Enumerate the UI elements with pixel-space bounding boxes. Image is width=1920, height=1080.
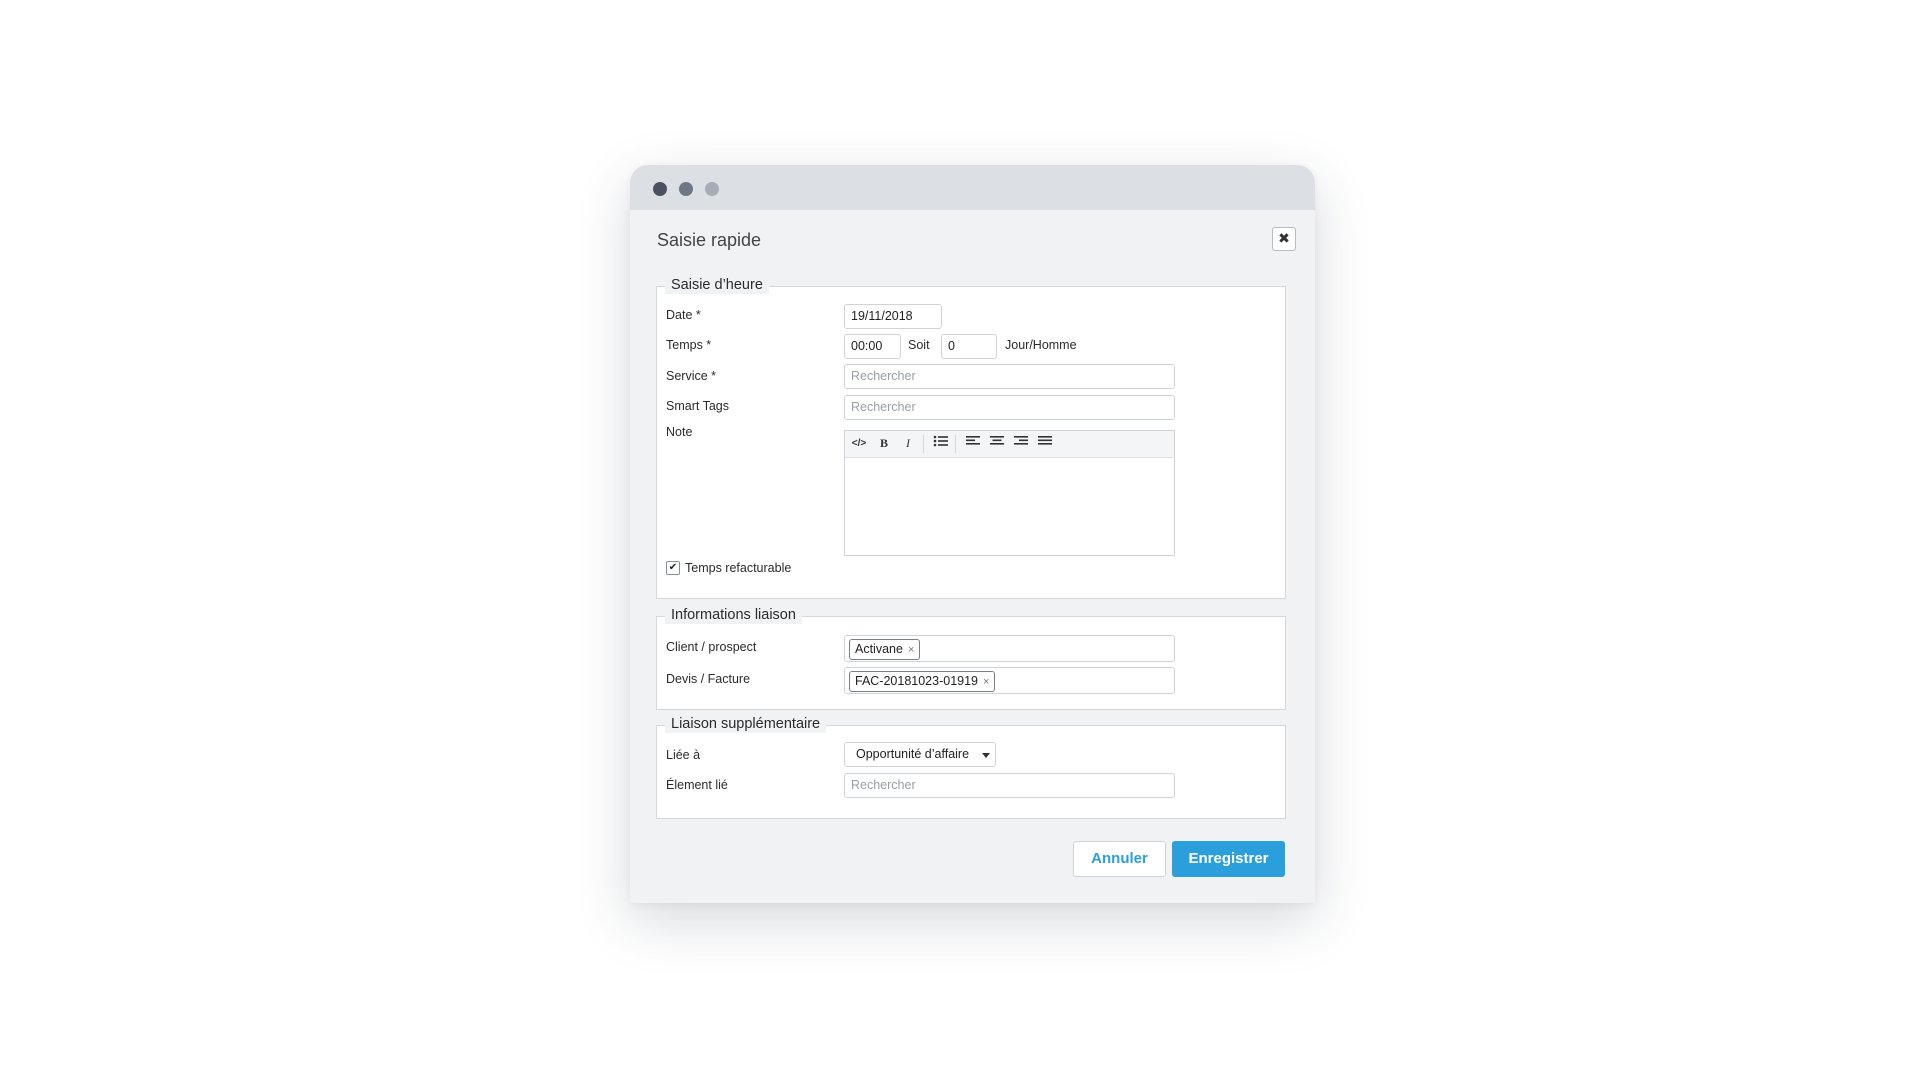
quick-entry-window: Saisie rapide ✖ Saisie d’heure Date * 19…: [630, 165, 1315, 903]
service-input[interactable]: Rechercher: [844, 364, 1175, 389]
linked-to-select[interactable]: Opportunité d’affaire: [844, 742, 996, 767]
toolbar-separator: [923, 435, 924, 453]
unit-label: Jour/Homme: [1005, 338, 1077, 352]
italic-icon[interactable]: I: [898, 434, 918, 453]
section-legend-time: Saisie d’heure: [665, 276, 769, 294]
link-info-section: Informations liaison Client / prospect A…: [656, 606, 1286, 710]
note-editor: </> B I: [844, 430, 1175, 556]
linked-element-input[interactable]: Rechercher: [844, 773, 1175, 798]
soit-label: Soit: [908, 338, 930, 352]
cancel-button[interactable]: Annuler: [1073, 841, 1166, 877]
section-legend-link: Informations liaison: [665, 606, 802, 624]
linked-to-label: Liée à: [666, 748, 701, 762]
client-label: Client / prospect: [666, 640, 757, 654]
close-icon[interactable]: ✖: [1272, 227, 1296, 251]
bold-icon[interactable]: B: [874, 434, 894, 453]
chevron-down-icon: [982, 753, 990, 758]
time-entry-section: Saisie d’heure Date * 19/11/2018 Temps *…: [656, 276, 1286, 599]
window-close-dot[interactable]: [653, 182, 667, 196]
client-tag-label: Activane: [855, 642, 903, 656]
align-left-icon[interactable]: [963, 434, 983, 453]
note-text-area[interactable]: [845, 458, 1174, 556]
align-center-icon[interactable]: [987, 434, 1007, 453]
align-justify-icon[interactable]: [1035, 434, 1055, 453]
editor-toolbar: </> B I: [845, 431, 1174, 458]
date-label: Date *: [666, 308, 701, 322]
window-minimize-dot[interactable]: [679, 182, 693, 196]
bullet-list-icon[interactable]: [931, 434, 951, 453]
align-right-icon[interactable]: [1011, 434, 1031, 453]
billable-label: Temps refacturable: [685, 561, 792, 575]
service-label: Service *: [666, 369, 717, 383]
client-tag-input[interactable]: Activane ×: [844, 635, 1175, 662]
linked-element-label: Élement lié: [666, 778, 728, 792]
smart-tags-label: Smart Tags: [666, 399, 729, 413]
smart-tags-input[interactable]: Rechercher: [844, 395, 1175, 420]
dialog-title: Saisie rapide: [657, 230, 762, 250]
toolbar-separator: [955, 435, 956, 453]
remove-tag-icon[interactable]: ×: [908, 644, 914, 656]
window-titlebar: [630, 165, 1315, 210]
extra-link-section: Liaison supplémentaire Liée à Opportunit…: [656, 715, 1286, 819]
invoice-label: Devis / Facture: [666, 672, 751, 686]
invoice-tag-label: FAC-20181023-01919: [855, 674, 979, 688]
date-input[interactable]: 19/11/2018: [844, 304, 942, 329]
save-button[interactable]: Enregistrer: [1172, 841, 1285, 877]
time-label: Temps *: [666, 338, 712, 352]
linked-to-value: Opportunité d’affaire: [856, 747, 970, 761]
billable-checkbox[interactable]: ✔: [666, 561, 680, 575]
section-legend-extra: Liaison supplémentaire: [665, 715, 827, 733]
invoice-tag-input[interactable]: FAC-20181023-01919 ×: [844, 667, 1175, 694]
note-label: Note: [666, 425, 693, 439]
client-tag: Activane ×: [849, 639, 921, 660]
time-input[interactable]: 00:00: [844, 334, 901, 359]
invoice-tag: FAC-20181023-01919 ×: [849, 671, 996, 692]
window-maximize-dot[interactable]: [705, 182, 719, 196]
remove-tag-icon[interactable]: ×: [983, 676, 989, 688]
days-input[interactable]: 0: [941, 334, 997, 359]
code-view-icon[interactable]: </>: [849, 434, 869, 453]
